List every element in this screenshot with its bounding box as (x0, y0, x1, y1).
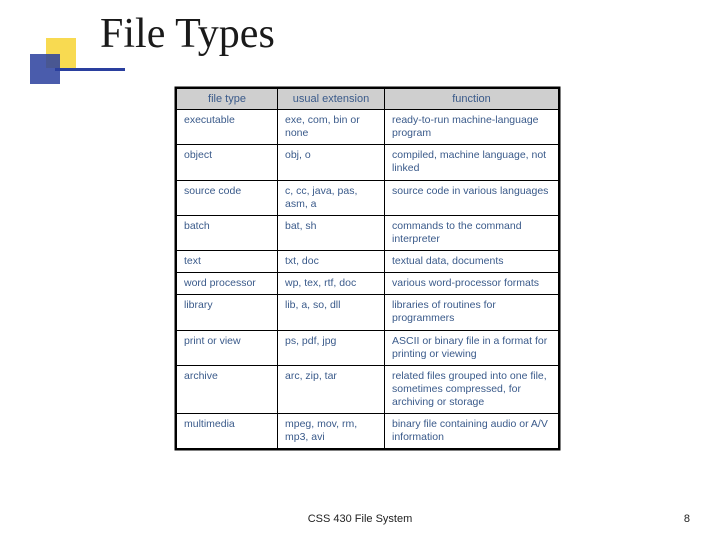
table-row: multimedia mpeg, mov, rm, mp3, avi binar… (177, 414, 559, 449)
decoration-line (55, 68, 125, 71)
cell-func: ASCII or binary file in a format for pri… (385, 330, 559, 365)
col-header-function: function (385, 89, 559, 110)
table-row: source code c, cc, java, pas, asm, a sou… (177, 180, 559, 215)
cell-type: text (177, 251, 278, 273)
cell-func: textual data, documents (385, 251, 559, 273)
table-row: print or view ps, pdf, jpg ASCII or bina… (177, 330, 559, 365)
cell-func: various word-processor formats (385, 273, 559, 295)
cell-type: library (177, 295, 278, 330)
cell-func: commands to the command interpreter (385, 215, 559, 250)
cell-ext: ps, pdf, jpg (278, 330, 385, 365)
cell-ext: mpeg, mov, rm, mp3, avi (278, 414, 385, 449)
cell-type: print or view (177, 330, 278, 365)
cell-type: archive (177, 365, 278, 413)
table-header-row: file type usual extension function (177, 89, 559, 110)
cell-type: batch (177, 215, 278, 250)
col-header-extension: usual extension (278, 89, 385, 110)
page-number: 8 (684, 513, 690, 525)
table-row: object obj, o compiled, machine language… (177, 145, 559, 180)
cell-type: multimedia (177, 414, 278, 449)
cell-func: binary file containing audio or A/V info… (385, 414, 559, 449)
cell-ext: txt, doc (278, 251, 385, 273)
cell-ext: bat, sh (278, 215, 385, 250)
cell-ext: arc, zip, tar (278, 365, 385, 413)
cell-type: executable (177, 110, 278, 145)
file-types-table-container: file type usual extension function execu… (175, 87, 560, 450)
table-row: executable exe, com, bin or none ready-t… (177, 110, 559, 145)
table-row: library lib, a, so, dll libraries of rou… (177, 295, 559, 330)
slide: File Types file type usual extension fun… (0, 0, 720, 540)
cell-type: object (177, 145, 278, 180)
file-types-table: file type usual extension function execu… (176, 88, 559, 449)
table-row: batch bat, sh commands to the command in… (177, 215, 559, 250)
footer-text: CSS 430 File System (0, 513, 720, 525)
cell-ext: c, cc, java, pas, asm, a (278, 180, 385, 215)
col-header-type: file type (177, 89, 278, 110)
table-row: word processor wp, tex, rtf, doc various… (177, 273, 559, 295)
cell-ext: exe, com, bin or none (278, 110, 385, 145)
cell-func: ready-to-run machine-language program (385, 110, 559, 145)
cell-type: word processor (177, 273, 278, 295)
slide-title: File Types (100, 10, 275, 58)
cell-ext: lib, a, so, dll (278, 295, 385, 330)
cell-ext: obj, o (278, 145, 385, 180)
table-row: archive arc, zip, tar related files grou… (177, 365, 559, 413)
cell-func: libraries of routines for programmers (385, 295, 559, 330)
cell-func: source code in various languages (385, 180, 559, 215)
cell-type: source code (177, 180, 278, 215)
table-row: text txt, doc textual data, documents (177, 251, 559, 273)
cell-ext: wp, tex, rtf, doc (278, 273, 385, 295)
cell-func: compiled, machine language, not linked (385, 145, 559, 180)
cell-func: related files grouped into one file, som… (385, 365, 559, 413)
